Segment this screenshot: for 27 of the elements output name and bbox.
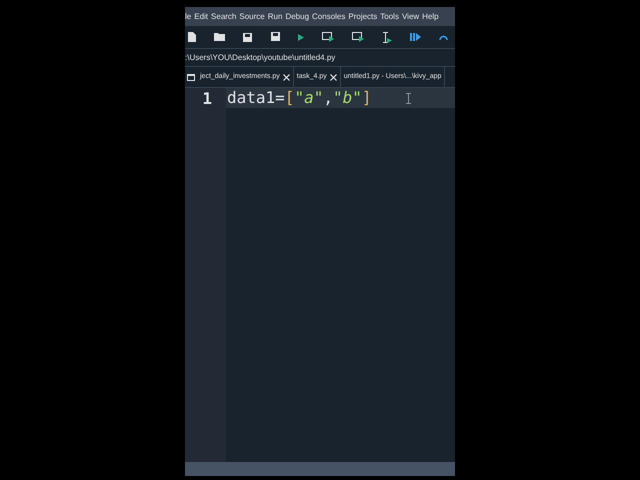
- new-file-icon[interactable]: [188, 32, 196, 42]
- menu-item[interactable]: View: [402, 10, 420, 22]
- run-icon[interactable]: [298, 34, 304, 40]
- file-path: :\Users\YOU\Desktop\youtube\untitled4.py: [185, 52, 336, 64]
- menu-item[interactable]: Help: [422, 10, 439, 22]
- save-all-icon[interactable]: [270, 32, 280, 42]
- folder-icon[interactable]: [214, 33, 225, 41]
- menu-item[interactable]: le: [185, 10, 192, 22]
- run-cell-icon[interactable]: [322, 32, 334, 42]
- menu-item[interactable]: Run: [268, 10, 282, 22]
- line-number: 1: [202, 89, 212, 109]
- tab-list-icon[interactable]: [187, 74, 195, 80]
- menu-item[interactable]: Consoles: [312, 10, 346, 22]
- debug-icon[interactable]: [410, 33, 421, 41]
- menu-item[interactable]: Debug: [285, 10, 310, 22]
- text-cursor-icon: [406, 92, 411, 104]
- menu-item[interactable]: Search: [211, 10, 236, 22]
- menu-item[interactable]: Projects: [348, 10, 378, 22]
- step-icon[interactable]: [439, 34, 448, 40]
- run-cell-advance-icon[interactable]: [352, 32, 364, 42]
- run-selection-icon[interactable]: [382, 32, 392, 42]
- close-icon[interactable]: [282, 74, 290, 80]
- menu-item[interactable]: Source: [239, 10, 265, 22]
- close-icon[interactable]: [330, 74, 337, 80]
- save-icon[interactable]: [243, 32, 252, 42]
- menu-item[interactable]: Tools: [380, 10, 399, 22]
- menu-item[interactable]: Edit: [194, 10, 208, 22]
